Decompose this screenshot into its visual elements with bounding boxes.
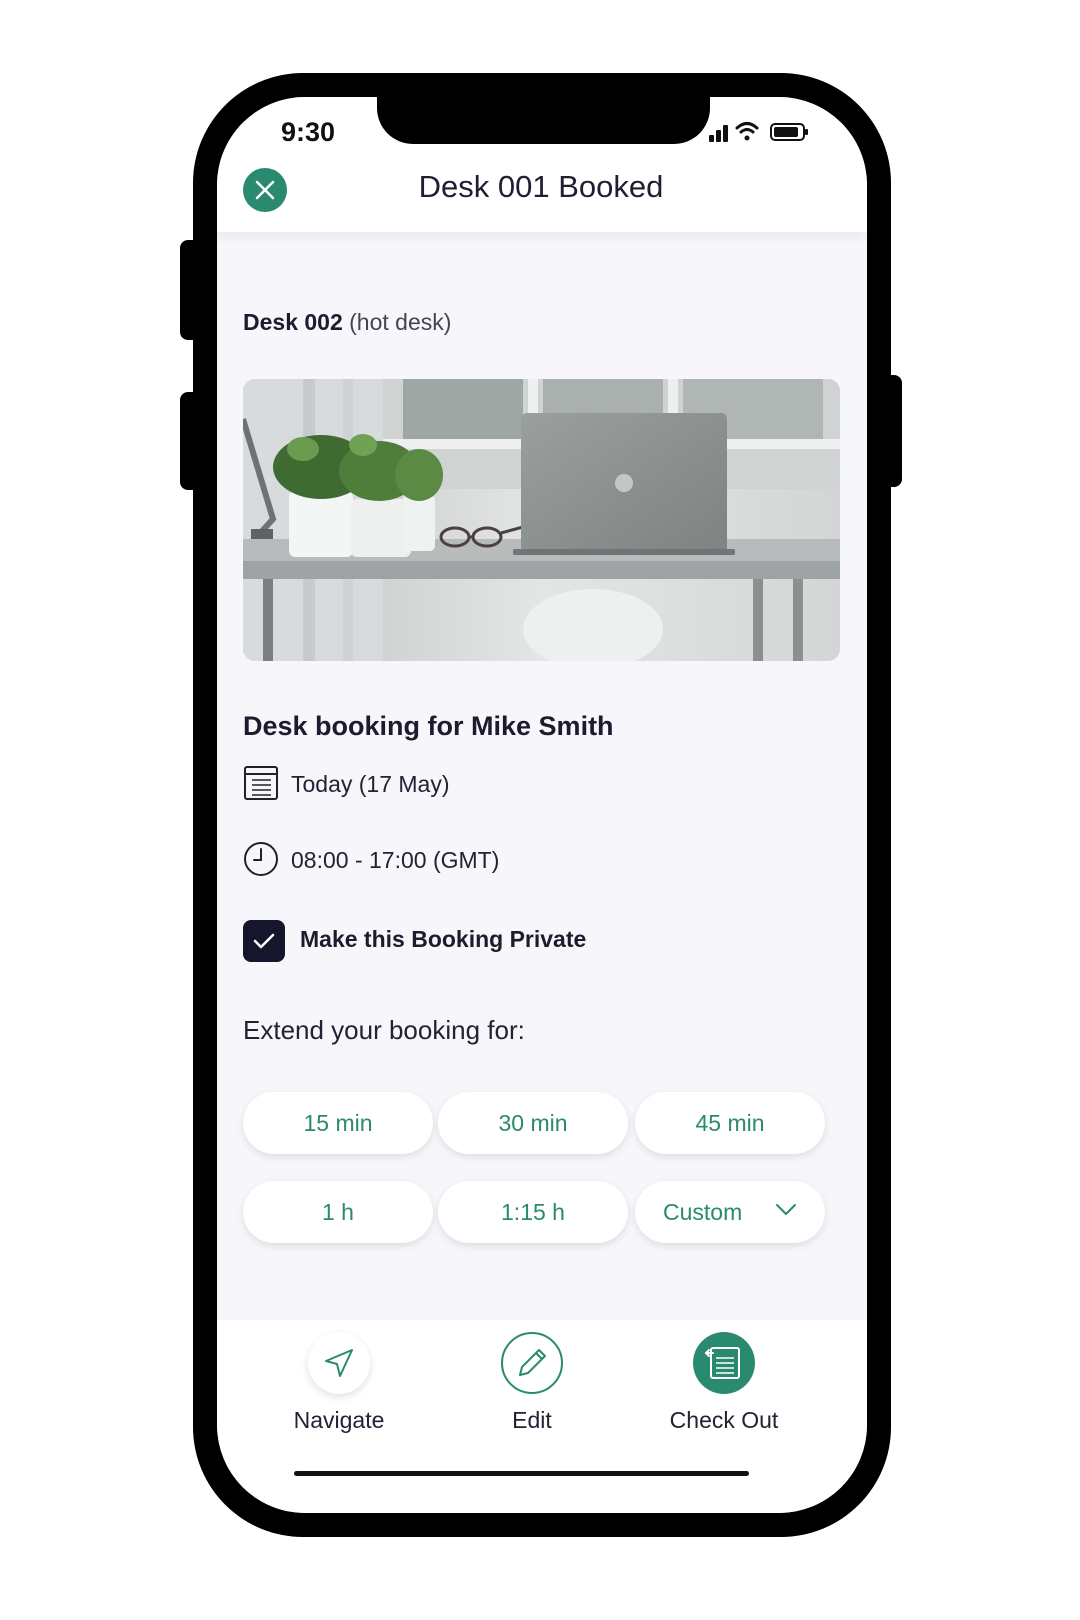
private-booking-label[interactable]: Make this Booking Private <box>300 926 586 953</box>
top-bar: 9:30 Desk 001 Booked <box>217 97 867 232</box>
extend-45-min-button[interactable]: 45 min <box>635 1092 825 1154</box>
booking-title: Desk booking for Mike Smith <box>243 711 614 741</box>
desk-label: Desk 002 (hot desk) <box>243 309 451 336</box>
phone-frame: 9:30 Desk 001 Booked Desk 002 (hot desk)… <box>193 73 891 1537</box>
check-out-button[interactable] <box>693 1332 755 1394</box>
desk-type: (hot desk) <box>349 309 452 335</box>
status-time: 9:30 <box>281 117 336 147</box>
extend-label: Extend your booking for: <box>243 1015 525 1045</box>
clock-icon <box>244 842 278 876</box>
battery-icon <box>770 123 808 141</box>
wifi-icon <box>735 122 759 141</box>
extend-30-min-button[interactable]: 30 min <box>438 1092 628 1154</box>
navigate-label: Navigate <box>293 1407 385 1433</box>
extend-1-h-button[interactable]: 1 h <box>243 1181 433 1243</box>
navigate-action[interactable]: Navigate <box>259 1332 419 1442</box>
booking-time: 08:00 - 17:00 (GMT) <box>291 847 500 873</box>
edit-label: Edit <box>512 1407 552 1433</box>
checkmark-icon <box>253 933 275 949</box>
desk-name: Desk 002 <box>243 309 343 335</box>
notch <box>377 97 710 144</box>
check-out-label: Check Out <box>669 1407 779 1433</box>
navigate-icon <box>325 1349 353 1377</box>
edit-action[interactable]: Edit <box>452 1332 612 1442</box>
desk-photo <box>243 379 840 661</box>
bottom-action-bar: Navigate Edit Check Out <box>217 1320 867 1513</box>
close-button[interactable] <box>243 168 287 212</box>
extend-1-15-h-button[interactable]: 1:15 h <box>438 1181 628 1243</box>
edit-button[interactable] <box>501 1332 563 1394</box>
chevron-down-icon <box>776 1204 796 1215</box>
stage: 9:30 Desk 001 Booked Desk 002 (hot desk)… <box>0 0 1080 1620</box>
booking-date: Today (17 May) <box>291 771 450 797</box>
calendar-icon <box>244 766 278 800</box>
booking-date-row: Today (17 May) <box>243 765 803 805</box>
extend-15-min-button[interactable]: 15 min <box>243 1092 433 1154</box>
plant-pots <box>273 434 443 557</box>
signal-icon <box>709 125 728 142</box>
extend-custom-dropdown[interactable]: Custom <box>635 1181 825 1243</box>
booking-time-row: 08:00 - 17:00 (GMT) <box>243 841 803 881</box>
phone-screen: 9:30 Desk 001 Booked Desk 002 (hot desk)… <box>217 97 867 1513</box>
close-icon <box>255 180 275 200</box>
custom-label: Custom <box>663 1198 743 1225</box>
check-out-icon <box>704 1347 740 1379</box>
navigate-button[interactable] <box>308 1332 370 1394</box>
check-out-action[interactable]: Check Out <box>644 1332 804 1442</box>
pencil-icon <box>519 1349 546 1376</box>
page-title: Desk 001 Booked <box>418 169 664 204</box>
home-indicator[interactable] <box>294 1471 749 1476</box>
status-icons <box>709 122 808 142</box>
private-booking-checkbox[interactable] <box>243 920 285 962</box>
